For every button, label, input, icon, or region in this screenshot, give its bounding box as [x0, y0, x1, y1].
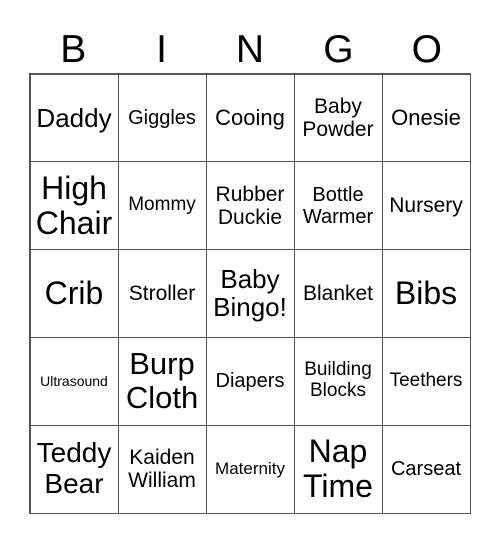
bingo-cell[interactable]: Carseat: [381, 424, 471, 514]
bingo-cell[interactable]: Kaiden William: [117, 424, 207, 514]
header-letter-i: I: [156, 28, 167, 71]
bingo-grid: Daddy Giggles Cooing Baby Powder Onesie High …: [29, 73, 471, 514]
bingo-cell[interactable]: Burp Cloth: [117, 336, 207, 426]
header-letter-o: O: [411, 28, 442, 71]
bingo-cell[interactable]: Giggles: [117, 73, 207, 163]
header-letter-b: B: [60, 28, 87, 71]
bingo-header: B I N G O: [29, 28, 471, 72]
bingo-cell[interactable]: Nap Time: [293, 424, 383, 514]
bingo-cell[interactable]: Teethers: [381, 336, 471, 426]
bingo-cell[interactable]: Diapers: [205, 336, 295, 426]
bingo-cell[interactable]: Building Blocks: [293, 336, 383, 426]
bingo-cell[interactable]: Bibs: [381, 249, 471, 338]
bingo-cell[interactable]: Stroller: [117, 249, 207, 338]
header-letter-g: G: [323, 28, 354, 71]
bingo-cell[interactable]: Ultrasound: [29, 336, 119, 426]
bingo-cell[interactable]: Rubber Duckie: [205, 161, 295, 251]
bingo-cell[interactable]: Baby Bingo!: [205, 249, 295, 338]
bingo-cell[interactable]: Blanket: [293, 249, 383, 338]
bingo-cell[interactable]: Mommy: [117, 161, 207, 251]
header-letter-n: N: [235, 28, 265, 71]
bingo-cell[interactable]: Onesie: [381, 73, 471, 163]
bingo-cell[interactable]: High Chair: [29, 161, 119, 251]
bingo-cell[interactable]: Maternity: [205, 424, 295, 514]
bingo-cell[interactable]: Baby Powder: [293, 73, 383, 163]
bingo-cell[interactable]: Cooing: [205, 73, 295, 163]
bingo-cell[interactable]: Teddy Bear: [29, 424, 119, 514]
bingo-cell[interactable]: Bottle Warmer: [293, 161, 383, 251]
bingo-cell[interactable]: Nursery: [381, 161, 471, 251]
bingo-cell[interactable]: Crib: [29, 249, 119, 338]
bingo-cell[interactable]: Daddy: [29, 73, 119, 163]
